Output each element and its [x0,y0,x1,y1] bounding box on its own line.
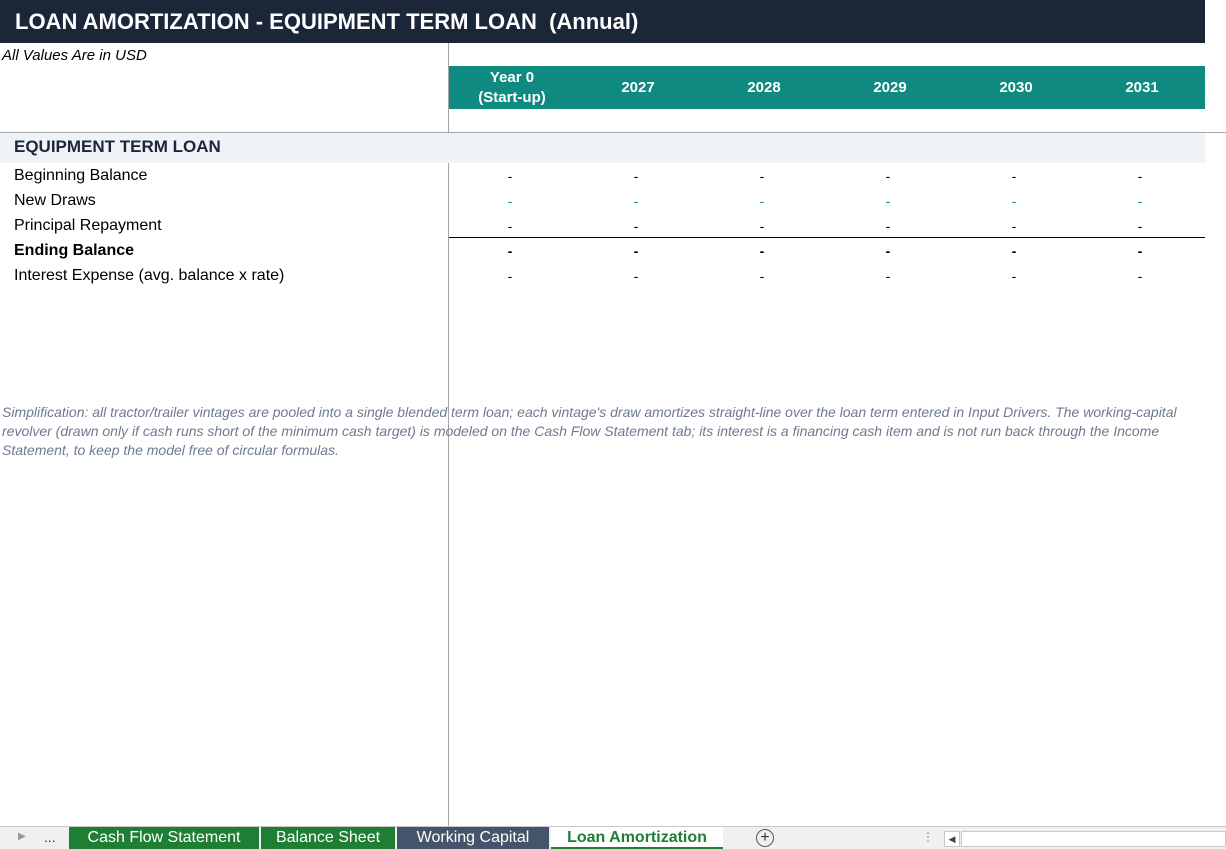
value-cell[interactable]: - [1079,164,1205,189]
row-values: - - - - - - [449,214,1205,239]
row-principal-repayment: Principal Repayment - - - - - - [0,214,1205,239]
more-tabs-button[interactable]: ... [44,829,56,845]
header-2027[interactable]: 2027 [575,66,701,109]
row-new-draws: New Draws - - - - - - [0,189,1205,214]
value-cell[interactable]: - [449,264,575,289]
row-values: - - - - - - [449,164,1205,189]
row-label[interactable]: Principal Repayment [14,217,162,235]
year-header-band: Year 0 (Start-up) 2027 2028 2029 2030 20… [449,66,1205,109]
input-value-cell[interactable]: - [953,189,1079,214]
value-cell[interactable]: - [701,264,827,289]
row-label[interactable]: Beginning Balance [14,167,147,185]
scroll-tabs-right-icon[interactable]: ▶ [18,831,26,842]
row-values: - - - - - - [449,189,1205,214]
row-label[interactable]: New Draws [14,192,96,210]
total-value-cell[interactable]: - [953,239,1079,264]
value-cell[interactable]: - [701,164,827,189]
plus-circle-icon[interactable]: + [756,829,774,847]
header-2030[interactable]: 2030 [953,66,1079,109]
header-year-0-label: Year 0 (Start-up) [478,68,546,106]
row-ending-balance: Ending Balance - - - - - - [0,239,1205,264]
total-value-cell[interactable]: - [1079,239,1205,264]
total-value-cell[interactable]: - [701,239,827,264]
row-values: - - - - - - [449,239,1205,264]
simplification-note[interactable]: Simplification: all tractor/trailer vint… [2,403,1192,460]
tab-cash-flow-statement[interactable]: Cash Flow Statement [69,827,259,849]
sheet-title: LOAN AMORTIZATION - EQUIPMENT TERM LOAN … [0,0,1205,43]
row-interest-expense: Interest Expense (avg. balance x rate) -… [0,264,1205,289]
input-value-cell[interactable]: - [701,189,827,214]
value-cell[interactable]: - [449,214,575,239]
value-cell[interactable]: - [701,214,827,239]
header-year-0[interactable]: Year 0 (Start-up) [449,66,575,109]
value-cell[interactable]: - [449,164,575,189]
total-rule [449,237,1205,238]
total-value-cell[interactable]: - [827,239,953,264]
row-values: - - - - - - [449,264,1205,289]
total-value-cell[interactable]: - [449,239,575,264]
header-2031[interactable]: 2031 [1079,66,1205,109]
value-cell[interactable]: - [953,214,1079,239]
input-value-cell[interactable]: - [827,189,953,214]
value-cell[interactable]: - [953,264,1079,289]
value-cell[interactable]: - [575,164,701,189]
tab-balance-sheet[interactable]: Balance Sheet [261,827,395,849]
value-cell[interactable]: - [827,264,953,289]
scroll-left-arrow-icon[interactable]: ◀ [944,831,960,847]
total-value-cell[interactable]: - [575,239,701,264]
value-cell[interactable]: - [827,214,953,239]
header-2028[interactable]: 2028 [701,66,827,109]
tab-working-capital[interactable]: Working Capital [397,827,549,849]
horizontal-scrollbar[interactable] [961,831,1226,847]
value-cell[interactable]: - [1079,214,1205,239]
value-cell[interactable]: - [575,214,701,239]
section-title[interactable]: EQUIPMENT TERM LOAN [14,137,221,157]
tab-loan-amortization[interactable]: Loan Amortization [551,827,723,849]
value-cell[interactable]: - [1079,264,1205,289]
units-note: All Values Are in USD [2,47,147,64]
sheet-tab-bar: ▶ ... Cash Flow Statement Balance Sheet … [0,826,1226,849]
input-value-cell[interactable]: - [449,189,575,214]
value-cell[interactable]: - [827,164,953,189]
header-2029[interactable]: 2029 [827,66,953,109]
row-label[interactable]: Ending Balance [14,242,134,260]
input-value-cell[interactable]: - [575,189,701,214]
row-beginning-balance: Beginning Balance - - - - - - [0,164,1205,189]
tab-split-handle[interactable]: ⋮ [922,830,934,844]
row-label[interactable]: Interest Expense (avg. balance x rate) [14,267,284,285]
input-value-cell[interactable]: - [1079,189,1205,214]
value-cell[interactable]: - [953,164,1079,189]
value-cell[interactable]: - [575,264,701,289]
